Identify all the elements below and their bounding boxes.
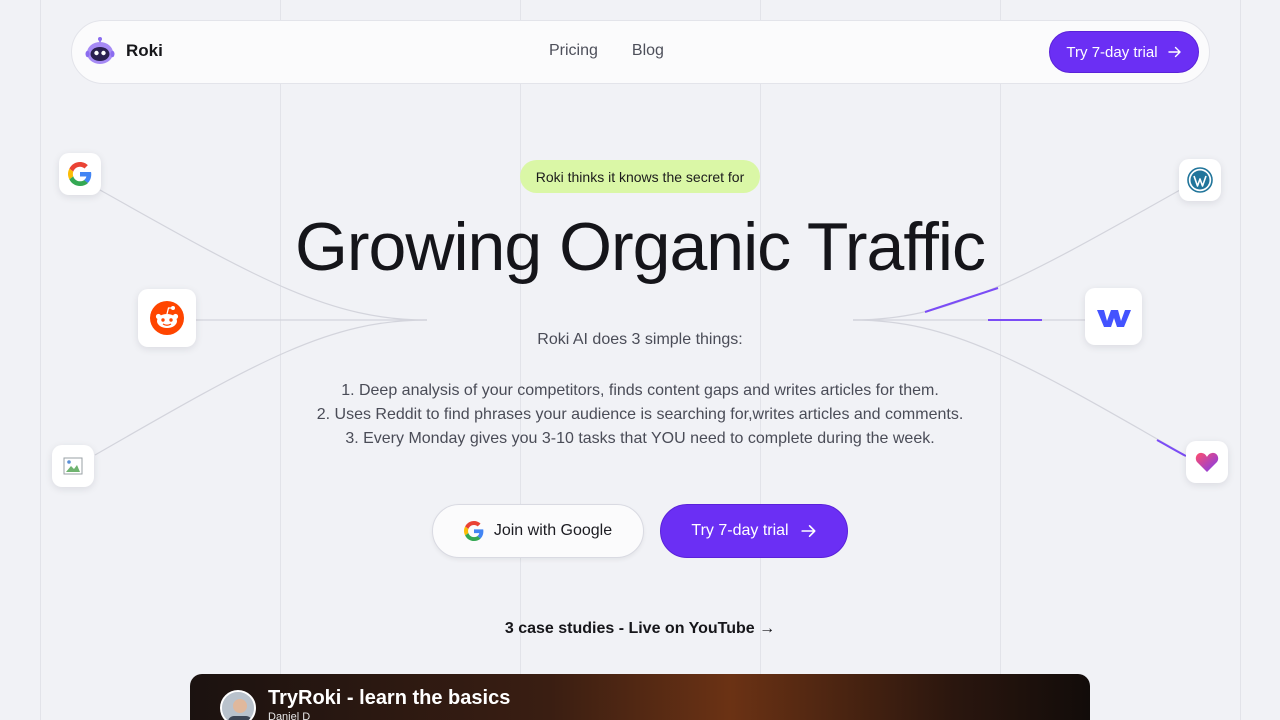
heart-app-icon	[1195, 452, 1219, 472]
grid-line	[1000, 0, 1001, 720]
youtube-video-embed[interactable]: TryRoki - learn the basics Daniel D	[190, 674, 1090, 720]
grid-line	[280, 0, 281, 720]
webflow-icon	[1096, 309, 1131, 327]
broken-image-icon	[63, 457, 83, 475]
nav-link-blog[interactable]: Blog	[632, 42, 664, 60]
join-with-google-button[interactable]: Join with Google	[432, 504, 644, 558]
case-studies-link[interactable]: 3 case studies - Live on YouTube →	[0, 620, 1280, 638]
wordpress-tile	[1179, 159, 1221, 201]
reddit-icon	[150, 301, 184, 335]
wordpress-icon	[1187, 167, 1213, 193]
arrow-right-icon	[1167, 46, 1181, 58]
google-icon	[68, 162, 92, 186]
person-avatar-icon	[222, 692, 254, 720]
nav-links: Pricing Blog	[549, 42, 664, 60]
channel-avatar[interactable]	[220, 690, 256, 720]
connector-lines	[94, 189, 1187, 457]
brand[interactable]: Roki	[84, 35, 163, 67]
grid-line	[40, 0, 41, 720]
grid-line	[1240, 0, 1241, 720]
google-tile	[59, 153, 101, 195]
join-with-google-label: Join with Google	[493, 522, 613, 539]
hero-steps: 1. Deep analysis of your competitors, fi…	[0, 379, 1280, 451]
grid-line	[760, 0, 761, 720]
step-item: 3. Every Monday gives you 3-10 tasks tha…	[345, 430, 935, 447]
grid-line	[520, 0, 521, 720]
brand-name: Roki	[126, 41, 163, 60]
roki-logo-icon	[85, 37, 115, 64]
broken-image-tile	[52, 445, 94, 487]
step-item: 1. Deep analysis of your competitors, fi…	[341, 382, 939, 399]
step-item: 2. Uses Reddit to find phrases your audi…	[316, 406, 964, 423]
hero-badge: Roki thinks it knows the secret for	[520, 160, 760, 193]
top-navbar: Roki Pricing Blog Try 7-day trial	[71, 20, 1210, 84]
nav-trial-label: Try 7-day trial	[1066, 43, 1158, 61]
video-title[interactable]: TryRoki - learn the basics	[268, 687, 510, 710]
hero-title: Growing Organic Traffic	[294, 209, 986, 285]
nav-link-pricing[interactable]: Pricing	[549, 42, 598, 60]
video-author: Daniel D	[268, 711, 311, 720]
arrow-right-icon	[800, 525, 816, 537]
nav-trial-button[interactable]: Try 7-day trial	[1049, 31, 1199, 73]
hero-trial-label: Try 7-day trial	[691, 522, 789, 539]
hero-intro: Roki AI does 3 simple things:	[537, 331, 743, 348]
google-icon	[463, 521, 484, 541]
hero-trial-button[interactable]: Try 7-day trial	[660, 504, 848, 558]
